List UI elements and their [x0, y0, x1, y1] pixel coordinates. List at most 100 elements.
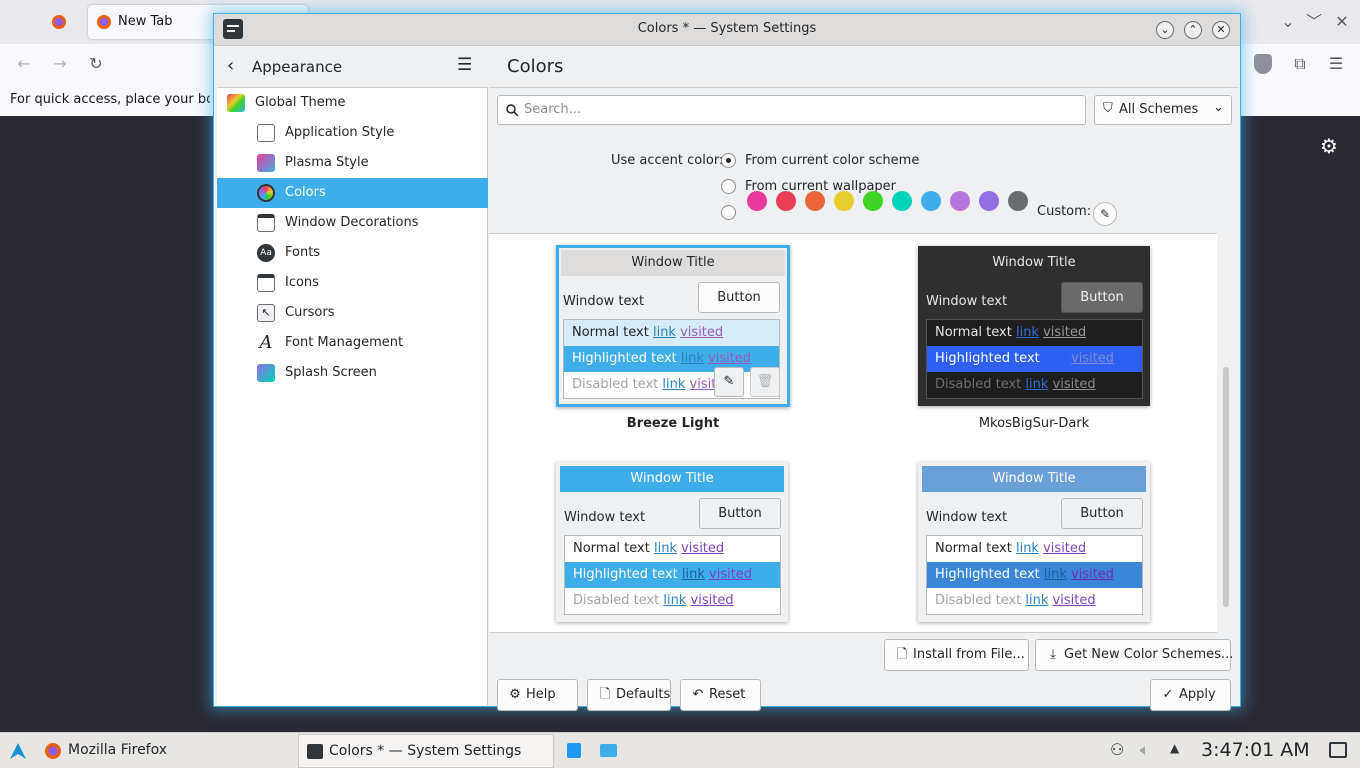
maximize-button[interactable]: ⌃ — [1184, 21, 1202, 39]
sidebar-item-global-theme[interactable]: Global Theme — [217, 88, 488, 118]
firefox-icon — [52, 15, 66, 29]
file-manager-icon[interactable] — [600, 744, 617, 757]
menu-icon[interactable]: ☰ — [1324, 52, 1348, 76]
check-icon: ✓ — [1162, 687, 1174, 702]
scrollbar[interactable] — [1223, 367, 1229, 607]
extensions-icon[interactable]: ⧉ — [1288, 52, 1312, 76]
forward-icon[interactable]: → — [48, 52, 72, 76]
sidebar-item-font-management[interactable]: A Font Management — [217, 328, 488, 358]
accent-swatch[interactable] — [921, 191, 941, 211]
sidebar-item-cursors[interactable]: ↖ Cursors — [217, 298, 488, 328]
search-input[interactable]: Search... — [497, 95, 1086, 125]
accent-swatch[interactable] — [805, 191, 825, 211]
color-picker-icon[interactable]: ✎ — [1093, 202, 1117, 226]
accent-swatch[interactable] — [1008, 191, 1028, 211]
accent-swatch[interactable] — [776, 191, 796, 211]
accent-color-label: Use accent color: — [611, 153, 724, 168]
install-from-file-button[interactable]: 🗋 Install from File... — [884, 639, 1029, 671]
sidebar-item-fonts[interactable]: Aa Fonts — [217, 238, 488, 268]
color-scheme-grid: Window Title Window text Button Normal t… — [489, 233, 1217, 633]
taskbar-settings-task[interactable]: Colors * — System Settings — [298, 734, 554, 768]
sidebar-item-window-decorations[interactable]: Window Decorations — [217, 208, 488, 238]
preview-highlighted-row: Highlighted text link visited — [564, 346, 779, 372]
system-settings-icon — [307, 744, 323, 759]
accent-swatch[interactable] — [979, 191, 999, 211]
close-icon[interactable]: ✕ — [1330, 10, 1354, 34]
gear-icon[interactable]: ⚙ — [1317, 134, 1341, 158]
edit-icon[interactable]: ✎ — [714, 367, 744, 397]
tray-expand-icon[interactable]: ▲ — [1170, 741, 1179, 755]
help-button[interactable]: ⚙ Help — [497, 679, 578, 711]
minimize-icon[interactable]: ﹀ — [1302, 10, 1326, 34]
preview-disabled-row: Disabled text link visited — [564, 372, 779, 398]
tab-label: New Tab — [118, 14, 173, 29]
accent-radio-wallpaper[interactable] — [721, 179, 736, 194]
close-button[interactable]: ✕ — [1212, 21, 1230, 39]
reset-button[interactable]: ↶ Reset — [680, 679, 761, 711]
preview-highlighted-row: Highlighted text link visited — [927, 346, 1142, 372]
tab-list-icon[interactable]: ⌄ — [1276, 10, 1300, 34]
preview-button: Button — [699, 498, 781, 529]
network-icon[interactable]: ⚇ — [1110, 740, 1124, 759]
sidebar: ‹ Appearance ☰ Global Theme Application … — [217, 47, 488, 705]
preview-button: Button — [698, 282, 780, 313]
scheme-card-4[interactable]: Window Title Window text Button Normal t… — [918, 462, 1150, 622]
preview-button: Button — [1061, 282, 1143, 313]
defaults-button[interactable]: 🗋 Defaults — [587, 679, 671, 711]
back-icon[interactable]: ← — [12, 52, 36, 76]
preview-normal-row: Normal text link visited — [573, 541, 725, 556]
scheme-card-breeze-light[interactable]: Window Title Window text Button Normal t… — [556, 245, 790, 407]
accent-swatch[interactable] — [747, 191, 767, 211]
sidebar-header: ‹ Appearance ☰ — [217, 47, 488, 88]
sidebar-item-plasma-style[interactable]: Plasma Style — [217, 148, 488, 178]
sidebar-title[interactable]: Appearance — [252, 58, 342, 76]
colors-page: Colors Search... ⛉ All Schemes ⌄ Use acc… — [489, 47, 1239, 711]
accent-swatch[interactable] — [950, 191, 970, 211]
font-management-icon: A — [259, 332, 273, 353]
scheme-name: MkosBigSur-Dark — [978, 416, 1090, 431]
sidebar-item-icons[interactable]: Icons — [217, 268, 488, 298]
preview-title: Window Title — [922, 466, 1146, 492]
show-desktop-icon[interactable] — [1329, 742, 1347, 758]
scheme-card-3[interactable]: Window Title Window text Button Normal t… — [556, 462, 788, 622]
sidebar-item-application-style[interactable]: Application Style — [217, 118, 488, 148]
window-title: Colors * — System Settings — [637, 21, 817, 36]
taskbar-firefox[interactable]: Mozilla Firefox — [68, 742, 167, 758]
ublock-icon[interactable] — [1254, 54, 1272, 74]
back-icon[interactable]: ‹ — [227, 55, 234, 76]
accent-radio-scheme[interactable] — [721, 153, 736, 168]
accent-swatch[interactable] — [863, 191, 883, 211]
taskbar: Mozilla Firefox Colors * — System Settin… — [0, 732, 1360, 768]
firefox-view-tab[interactable] — [44, 9, 74, 35]
delete-icon[interactable]: 🗑︎ — [750, 367, 780, 397]
clock[interactable]: 3:47:01 AM — [1201, 739, 1310, 761]
accent-radio-swatch[interactable] — [721, 205, 736, 220]
sidebar-item-colors[interactable]: Colors — [217, 178, 488, 208]
chevron-down-icon: ⌄ — [1213, 100, 1224, 115]
accent-option-scheme[interactable]: From current color scheme — [745, 153, 919, 168]
accent-swatch[interactable] — [834, 191, 854, 211]
filter-label: All Schemes — [1119, 102, 1199, 117]
preview-normal-row: Normal text link visited — [564, 320, 779, 346]
hamburger-menu-icon[interactable]: ☰ — [457, 55, 472, 75]
app-launcher-icon[interactable] — [8, 741, 28, 761]
scheme-filter-dropdown[interactable]: ⛉ All Schemes ⌄ — [1094, 95, 1232, 125]
firefox-icon — [45, 743, 61, 759]
preview-title: Window Title — [560, 466, 784, 492]
minimize-button[interactable]: ⌄ — [1156, 21, 1174, 39]
fonts-icon: Aa — [257, 244, 275, 262]
window-titlebar[interactable]: Colors * — System Settings ⌄ ⌃ ✕ — [214, 14, 1240, 46]
preview-normal-row: Normal text link visited — [935, 325, 1087, 340]
search-icon — [506, 104, 519, 117]
reload-icon[interactable]: ↻ — [84, 52, 108, 76]
accent-swatch[interactable] — [892, 191, 912, 211]
reset-icon: ↶ — [692, 687, 704, 702]
scheme-card-mkosbigsur-dark[interactable]: Window Title Window text Button Normal t… — [918, 246, 1150, 406]
apply-button[interactable]: ✓ Apply — [1150, 679, 1231, 711]
colors-icon — [257, 184, 275, 202]
preview-window-text: Window text — [564, 510, 646, 525]
sidebar-item-splash-screen[interactable]: Splash Screen — [217, 358, 488, 388]
get-new-schemes-button[interactable]: ⤓ Get New Color Schemes... — [1035, 639, 1233, 671]
discover-icon[interactable] — [567, 743, 581, 758]
volume-icon[interactable]: 🔈︎ — [1140, 740, 1150, 760]
